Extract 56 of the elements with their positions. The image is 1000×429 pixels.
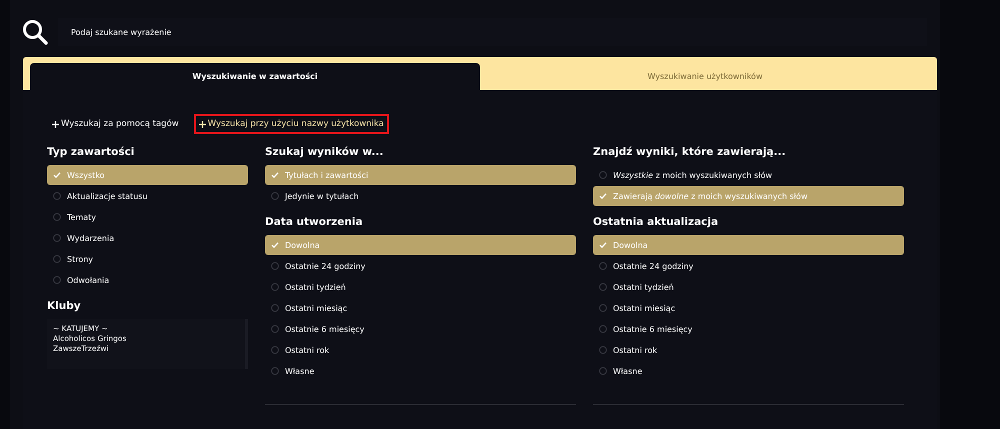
option[interactable]: Własne xyxy=(265,361,576,381)
option[interactable]: Ostatnie 24 godziny xyxy=(265,256,576,276)
tab[interactable]: Wyszukiwanie w zawartości xyxy=(30,63,480,90)
radio-icon xyxy=(599,346,607,354)
option[interactable]: Ostatnie 6 miesięcy xyxy=(265,319,576,339)
check-icon xyxy=(599,241,607,249)
option[interactable]: Jedynie w tytułach xyxy=(265,186,576,206)
link[interactable]: Wyszukaj za pomocą tagów xyxy=(47,114,184,134)
radio-icon xyxy=(53,276,61,284)
option[interactable]: Ostatni miesiąc xyxy=(265,298,576,318)
check-icon xyxy=(271,171,279,179)
radio-icon xyxy=(271,304,279,312)
option[interactable]: Strony xyxy=(47,249,248,269)
section-heading: Ostatnia aktualizacja xyxy=(593,216,720,229)
option[interactable]: Odwołania xyxy=(47,270,248,290)
option[interactable]: Tematy xyxy=(47,207,248,227)
tab[interactable]: Wyszukiwanie użytkowników xyxy=(480,63,930,90)
option[interactable]: Wydarzenia xyxy=(47,228,248,248)
check-icon xyxy=(599,192,607,200)
option[interactable]: Ostatnie 24 godziny xyxy=(593,256,904,276)
radio-icon xyxy=(271,192,279,200)
radio-icon xyxy=(53,213,61,221)
section-heading: Data utworzenia xyxy=(265,216,364,229)
check-icon xyxy=(271,241,279,249)
radio-icon xyxy=(53,234,61,242)
section-heading: Szukaj wyników w... xyxy=(265,146,384,159)
option[interactable]: Ostatni miesiąc xyxy=(593,298,904,318)
section-heading: Kluby xyxy=(47,300,82,313)
option[interactable]: Ostatni tydzień xyxy=(593,277,904,297)
radio-icon xyxy=(599,171,607,179)
section-heading: Typ zawartości xyxy=(47,146,136,159)
radio-icon xyxy=(599,283,607,291)
option[interactable]: Aktualizacje statusu xyxy=(47,186,248,206)
radio-icon xyxy=(53,255,61,263)
radio-icon xyxy=(599,367,607,375)
plus-icon xyxy=(52,120,59,128)
option[interactable]: Ostatni rok xyxy=(265,340,576,360)
radio-icon xyxy=(599,325,607,333)
section-heading: Znajdź wyniki, które zawierają... xyxy=(593,146,787,159)
option[interactable]: Ostatni tydzień xyxy=(265,277,576,297)
radio-icon xyxy=(599,262,607,270)
radio-icon xyxy=(599,304,607,312)
check-icon xyxy=(53,171,61,179)
option[interactable]: Ostatni rok xyxy=(593,340,904,360)
link[interactable]: Wyszukaj przy użyciu nazwy użytkownika xyxy=(194,114,389,134)
option[interactable]: Ostatnie 6 miesięcy xyxy=(593,319,904,339)
radio-icon xyxy=(271,325,279,333)
radio-icon xyxy=(271,367,279,375)
radio-icon xyxy=(271,283,279,291)
radio-icon xyxy=(53,192,61,200)
search-icon[interactable] xyxy=(22,19,48,45)
radio-icon xyxy=(271,262,279,270)
radio-icon xyxy=(271,346,279,354)
option[interactable]: Własne xyxy=(593,361,904,381)
plus-icon xyxy=(198,120,206,128)
option[interactable]: Wszystkie z moich wyszukiwanych słów xyxy=(593,165,904,185)
